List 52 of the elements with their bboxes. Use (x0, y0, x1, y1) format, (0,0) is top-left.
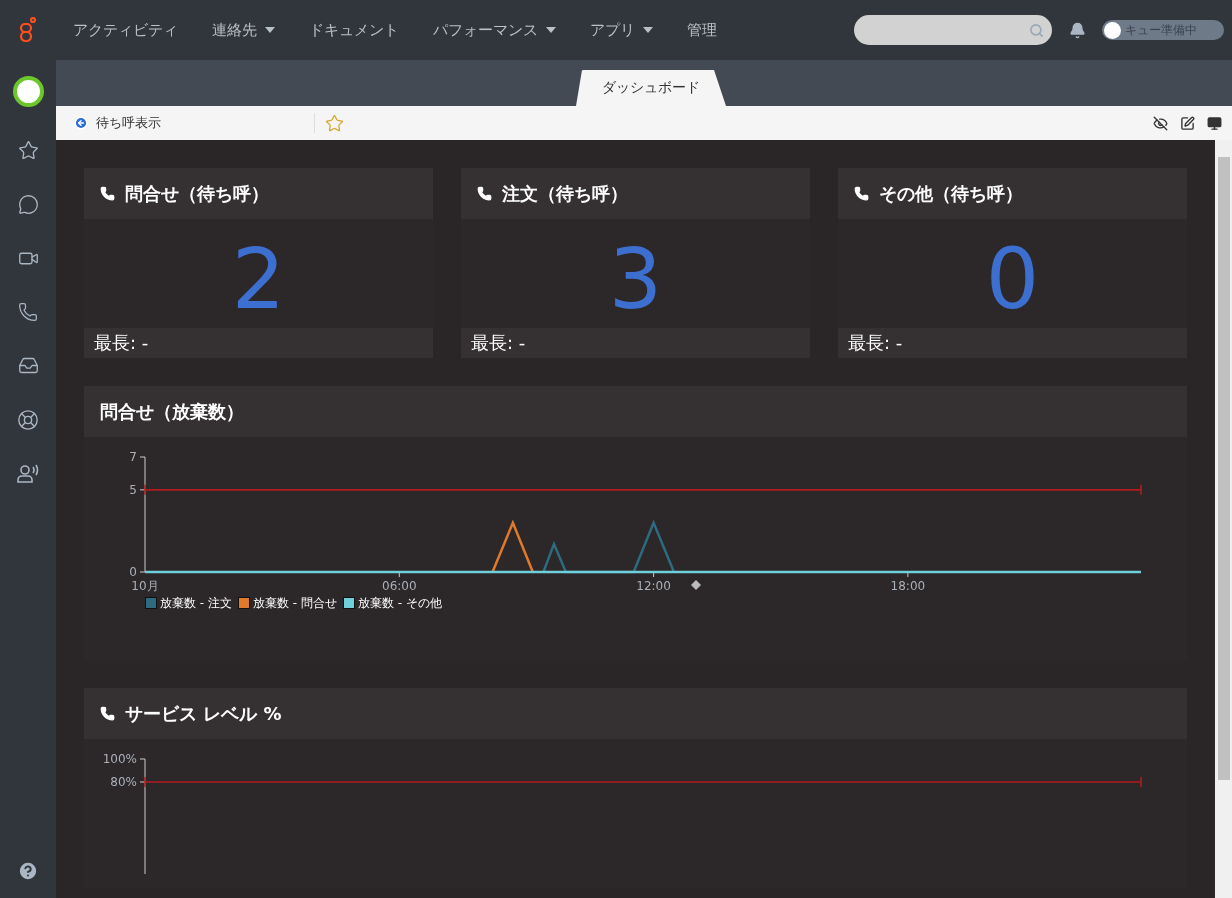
avatar[interactable] (12, 76, 44, 107)
help-icon[interactable] (17, 860, 39, 882)
axis-label: 12:00 (636, 579, 671, 593)
legend-item[interactable]: 放棄数 - その他 (342, 595, 442, 611)
star-icon[interactable] (17, 140, 39, 161)
panel-title: 問合せ（放棄数） (100, 399, 244, 424)
legend-item[interactable]: 放棄数 - 注文 (145, 595, 232, 611)
nav-item[interactable]: ドキュメント (309, 20, 399, 40)
person-voice-icon[interactable] (17, 464, 39, 484)
axis-label: 10月 (131, 579, 159, 593)
nav-item[interactable]: 管理 (687, 20, 717, 40)
lifebuoy-icon[interactable] (17, 409, 39, 431)
search-icon (1029, 22, 1044, 38)
nav-item[interactable]: パフォーマンス (433, 20, 556, 40)
phone-icon (854, 186, 869, 201)
queue-count: 2 (230, 228, 287, 328)
card-title: 問合せ（待ち呼） (125, 181, 269, 206)
axis-label: 06:00 (382, 579, 417, 593)
axis-label: 5 (129, 482, 137, 497)
bell-icon[interactable] (1069, 21, 1086, 39)
axis-label: 18:00 (890, 579, 926, 593)
queue-count: 3 (607, 228, 664, 328)
inbox-icon[interactable] (17, 355, 39, 376)
longest-wait: 最長: - (461, 328, 810, 358)
card-title: その他（待ち呼） (879, 181, 1023, 206)
nav-item[interactable]: 連絡先 (212, 20, 275, 40)
axis-label: 7 (129, 450, 137, 464)
tab[interactable]: ダッシュボード (576, 70, 726, 106)
monitor-icon[interactable] (1207, 115, 1222, 131)
edit-icon[interactable] (1180, 115, 1195, 131)
phone-icon (100, 186, 115, 201)
phone-icon[interactable] (18, 302, 38, 322)
axis-label: 100% (102, 752, 137, 766)
card-title: 注文（待ち呼） (502, 181, 628, 206)
search-field[interactable] (854, 15, 1052, 45)
scrollbar[interactable] (1215, 140, 1232, 898)
longest-wait: 最長: - (838, 328, 1187, 358)
back-link[interactable]: 待ち呼表示 (56, 113, 315, 133)
longest-wait: 最長: - (84, 328, 433, 358)
axis-label: 80% (110, 775, 137, 789)
nav-item[interactable]: アクティビティ (73, 20, 178, 40)
nav-item[interactable]: アプリ (590, 20, 653, 40)
panel-title: サービス レベル % (125, 701, 282, 726)
logo-icon (19, 17, 37, 43)
axis-label: 0 (129, 565, 137, 579)
chat-icon[interactable] (17, 194, 39, 215)
star-icon[interactable] (325, 113, 344, 133)
queue-count: 0 (984, 228, 1041, 328)
phone-icon (477, 186, 492, 201)
eye-off-icon[interactable] (1153, 115, 1168, 131)
diamond-marker (691, 580, 701, 590)
legend-item[interactable]: 放棄数 - 問合せ (237, 595, 337, 611)
